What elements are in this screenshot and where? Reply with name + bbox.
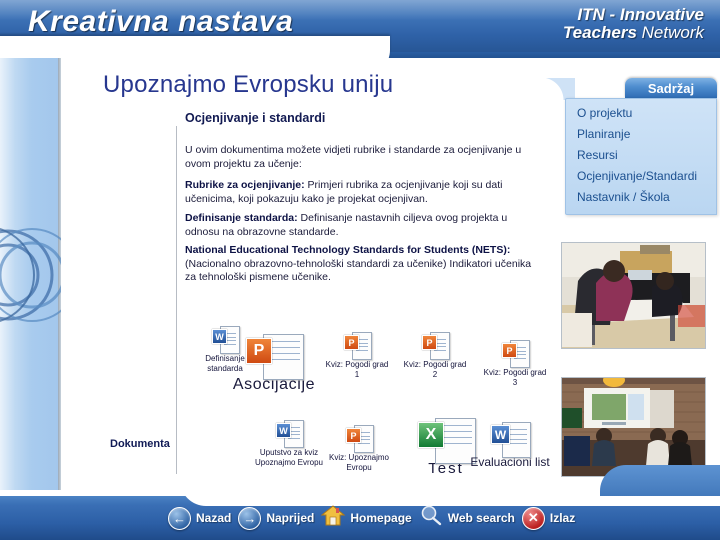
document-item[interactable]: P Kviz: Upoznajmo Evropu [322, 425, 396, 472]
document-item[interactable]: P Asocijacije [228, 334, 320, 393]
rubrics-paragraph-lead: Rubrike za ocjenjivanje: [185, 179, 305, 191]
menu-tab-sadrzaj[interactable]: Sadržaj [625, 78, 717, 98]
document-caption: Asocijacije [232, 376, 316, 393]
document-item[interactable]: P Kviz: Pogodi grad 2 [398, 332, 472, 379]
document-caption: Kviz: Pogodi grad 1 [325, 360, 389, 379]
document-caption: Evaluacioni list [470, 455, 550, 469]
powerpoint-badge-icon: P [246, 338, 272, 364]
nav-item-label: Naprijed [266, 511, 315, 525]
menu-item-nastavnik-skola[interactable]: Nastavnik / Škola [577, 190, 670, 204]
document-item[interactable]: P Kviz: Pogodi grad 1 [320, 332, 394, 379]
close-x-icon[interactable]: ✕ [521, 506, 545, 530]
nav-item-homepage[interactable]: Homepage [320, 505, 412, 531]
rubrics-paragraph: Rubrike za ocjenjivanje: Primjeri rubrik… [185, 179, 543, 206]
back-arrow-icon[interactable]: ← [168, 506, 191, 530]
word-badge-icon: W [212, 329, 227, 344]
powerpoint-badge-icon: P [344, 335, 359, 350]
classroom-photo-1 [561, 242, 706, 349]
nav-item-izlaz[interactable]: ✕ Izlaz [521, 506, 576, 530]
nav-item-web-search[interactable]: Web search [419, 505, 515, 531]
powerpoint-badge-icon: P [346, 428, 361, 443]
word-badge-icon: W [276, 423, 291, 438]
documents-side-label: Dokumenta [110, 438, 170, 450]
document-caption: Uputstvo za kviz Upoznajmo Evropu [254, 448, 324, 467]
forward-arrow-icon[interactable]: → [238, 506, 262, 530]
nets-paragraph-text: (Nacionalno obrazovno-tehnološki standar… [185, 257, 532, 284]
itn-line-2: Teachers Network [563, 24, 704, 42]
powerpoint-document-icon[interactable]: P [478, 340, 552, 368]
nav-item-label: Homepage [350, 511, 412, 525]
slide-page: Kreativna nastava ITN - Innovative Teach… [0, 0, 720, 540]
menu-item-planiranje[interactable]: Planiranje [577, 127, 630, 141]
powerpoint-badge-icon: P [422, 335, 437, 350]
word-document-icon[interactable]: W [252, 420, 326, 448]
itn-teachers: Teachers [562, 23, 637, 43]
document-item[interactable]: P Kviz: Pogodi grad 3 [478, 340, 552, 387]
document-caption: Kviz: Pogodi grad 3 [483, 368, 547, 387]
document-item[interactable]: W Evaluacioni list [470, 422, 550, 468]
nav-item-label: Web search [447, 511, 515, 525]
menu-tab-curve [541, 78, 575, 100]
itn-line-1: ITN - Innovative [577, 5, 704, 24]
magnifier-icon[interactable] [419, 505, 443, 531]
nav-item-label: Izlaz [549, 511, 576, 525]
powerpoint-badge-icon: P [502, 343, 517, 358]
bottom-navigation-bar: ← Nazad → Naprijed Homepage Web search ✕ Izlaz [0, 496, 720, 540]
header-banner: Kreativna nastava ITN - Innovative Teach… [0, 0, 720, 62]
standards-paragraph-lead: Definisanje standarda: [185, 212, 298, 224]
navbar-items: ← Nazad → Naprijed Homepage Web search ✕ Izlaz [168, 505, 575, 531]
document-item[interactable]: W Uputstvo za kviz Upoznajmo Evropu [252, 420, 326, 467]
powerpoint-document-icon[interactable]: P [398, 332, 472, 360]
document-caption: Kviz: Pogodi grad 2 [403, 360, 467, 379]
nav-item-naprijed[interactable]: → Naprijed [238, 506, 315, 530]
word-document-icon[interactable]: W [470, 422, 550, 458]
page-title: Upoznajmo Evropsku uniju [103, 71, 394, 98]
classroom-photo-2 [561, 377, 706, 477]
nets-paragraph-lead: National Educational Technology Standard… [185, 244, 511, 256]
nets-paragraph: National Educational Technology Standard… [185, 244, 543, 285]
menu-item-o-projektu[interactable]: O projektu [577, 106, 632, 120]
content-vertical-divider [176, 126, 177, 474]
standards-paragraph: Definisanje standarda: Definisanje nasta… [185, 212, 543, 239]
menu-item-ocjenjivanje-standardi[interactable]: Ocjenjivanje/Standardi [577, 169, 697, 183]
itn-network: Network [636, 23, 704, 43]
menu-item-resursi[interactable]: Resursi [577, 148, 618, 162]
powerpoint-document-icon[interactable]: P [322, 425, 396, 453]
nav-item-nazad[interactable]: ← Nazad [168, 506, 232, 530]
section-title: Ocjenjivanje i standardi [185, 111, 326, 125]
powerpoint-document-icon[interactable]: P [320, 332, 394, 360]
document-caption: Kviz: Upoznajmo Evropu [328, 453, 390, 472]
brand-title-left: Kreativna nastava [28, 5, 294, 38]
intro-paragraph: U ovim dokumentima možete vidjeti rubrik… [185, 144, 522, 170]
brand-title-right: ITN - Innovative Teachers Network [563, 5, 704, 43]
nav-item-label: Nazad [196, 511, 232, 525]
powerpoint-document-icon[interactable]: P [228, 334, 320, 380]
excel-badge-icon: X [418, 422, 444, 448]
home-icon[interactable] [320, 505, 346, 531]
word-badge-icon: W [491, 425, 510, 444]
